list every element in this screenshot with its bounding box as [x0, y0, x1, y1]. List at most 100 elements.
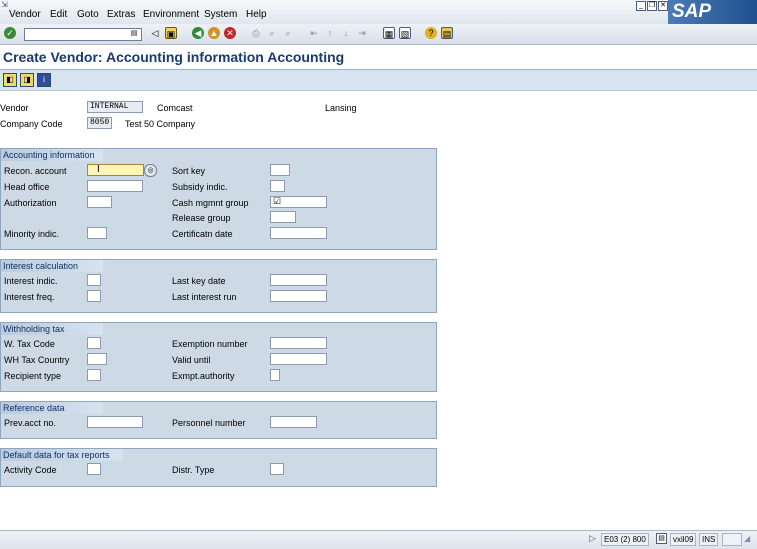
interest-freq-label: Interest freq. [4, 292, 55, 302]
distr-type-field[interactable] [270, 463, 284, 475]
find-next-icon: ⌕ [285, 28, 291, 38]
reference-data-title: Reference data [1, 402, 103, 414]
personnel-number-field[interactable] [270, 416, 317, 428]
head-office-label: Head office [4, 182, 50, 192]
wh-tax-country-label: WH Tax Country [4, 355, 70, 365]
release-group-label: Release group [172, 213, 231, 223]
status-mode: INS [699, 533, 719, 546]
recipient-type-field[interactable] [87, 369, 101, 381]
status-server: vxil09 [670, 533, 697, 546]
withholding-tax-title: Withholding tax [1, 323, 103, 335]
print-icon: ⎙ [252, 28, 260, 38]
command-field-dropdown-icon[interactable]: ▤ [130, 29, 138, 38]
minimize-icon[interactable]: _ [636, 1, 646, 11]
menu-goto[interactable]: Goto [77, 9, 99, 20]
help-icon[interactable]: ? [425, 27, 437, 39]
distr-type-label: Distr. Type [172, 465, 215, 475]
certificatn-date-field[interactable] [270, 227, 327, 239]
valid-until-label: Valid until [172, 355, 211, 365]
last-key-date-field[interactable] [270, 274, 327, 286]
w-tax-code-label: W. Tax Code [4, 339, 55, 349]
wh-tax-country-field[interactable] [87, 353, 107, 365]
next-screen-icon[interactable]: ◨ [20, 73, 34, 87]
back-arrow-icon[interactable]: ◁ [149, 27, 161, 39]
interest-indic-field[interactable] [87, 274, 101, 286]
company-code-label: Company Code [0, 119, 63, 129]
status-expand-icon[interactable]: ▷ [589, 533, 596, 544]
status-divider [722, 533, 742, 546]
application-toolbar [0, 70, 757, 91]
recipient-type-label: Recipient type [4, 371, 62, 381]
interest-calculation-title: Interest calculation [1, 260, 103, 272]
certificatn-date-label: Certificatn date [172, 229, 233, 239]
status-menu-icon[interactable]: ▤ [656, 533, 667, 544]
interest-freq-field[interactable] [87, 290, 101, 302]
exemption-number-field[interactable] [270, 337, 327, 349]
head-office-field[interactable] [87, 180, 143, 192]
last-page-icon: ⇥ [358, 28, 366, 38]
previous-screen-icon[interactable]: ◧ [3, 73, 17, 87]
last-interest-run-label: Last interest run [172, 292, 237, 302]
cancel-icon[interactable]: ✕ [224, 27, 236, 39]
exit-icon[interactable]: ▲ [208, 27, 220, 39]
exmpt-authority-field[interactable] [270, 369, 280, 381]
menu-extras[interactable]: Extras [107, 9, 135, 20]
shortcut-icon[interactable]: ▧ [399, 27, 411, 39]
prev-acct-no-field[interactable] [87, 416, 143, 428]
last-key-date-label: Last key date [172, 276, 226, 286]
interest-indic-label: Interest indic. [4, 276, 58, 286]
restore-icon[interactable]: ❐ [647, 1, 657, 11]
release-group-field[interactable] [270, 211, 296, 223]
enter-icon[interactable]: ✓ [4, 27, 16, 39]
find-icon: ⌕ [269, 28, 275, 38]
tax-reports-title: Default data for tax reports [1, 449, 123, 461]
page-title: Create Vendor: Accounting information Ac… [3, 49, 345, 65]
sap-logo: SAP [668, 0, 757, 24]
accounting-information-title: Accounting information [1, 149, 103, 161]
next-page-icon: ↓ [343, 28, 349, 38]
first-page-icon: ⇤ [310, 28, 318, 38]
sort-key-field[interactable] [270, 164, 290, 176]
subsidy-indic-field[interactable] [270, 180, 285, 192]
w-tax-code-field[interactable] [87, 337, 101, 349]
vendor-label: Vendor [0, 103, 29, 113]
create-session-icon[interactable]: ▦ [383, 27, 395, 39]
text-cursor-icon: I [97, 164, 100, 175]
layout-icon[interactable]: ▤ [441, 27, 453, 39]
activity-code-label: Activity Code [4, 465, 57, 475]
save-icon[interactable]: ▣ [165, 27, 177, 39]
company-code-field: 8050 [87, 117, 112, 129]
exemption-number-label: Exemption number [172, 339, 248, 349]
command-field[interactable] [24, 28, 142, 41]
info-icon[interactable]: i [37, 73, 51, 87]
company-name: Test 50 Company [125, 119, 196, 129]
recon-account-field[interactable] [87, 164, 144, 176]
activity-code-field[interactable] [87, 463, 101, 475]
cash-mgmnt-group-label: Cash mgmnt group [172, 198, 249, 208]
authorization-field[interactable] [87, 196, 112, 208]
prev-acct-no-label: Prev.acct no. [4, 418, 56, 428]
exmpt-authority-label: Exmpt.authority [172, 371, 235, 381]
value-help-icon[interactable]: ◎ [144, 164, 157, 177]
previous-page-icon: ↑ [327, 28, 333, 38]
authorization-label: Authorization [4, 198, 57, 208]
system-menu-icon[interactable]: ⇲ [1, 1, 9, 9]
last-interest-run-field[interactable] [270, 290, 327, 302]
cash-mgmnt-group-field[interactable]: ☑ [270, 196, 327, 208]
menu-environment[interactable]: Environment [143, 9, 199, 20]
recon-account-label: Recon. account [4, 166, 67, 176]
minority-indic-label: Minority indic. [4, 229, 60, 239]
back-icon[interactable]: ◀ [192, 27, 204, 39]
minority-indic-field[interactable] [87, 227, 107, 239]
valid-until-field[interactable] [270, 353, 327, 365]
resize-grip-icon[interactable]: ◢ [744, 533, 755, 544]
vendor-field: INTERNAL [87, 101, 143, 113]
subsidy-indic-label: Subsidy indic. [172, 182, 228, 192]
close-window-icon[interactable]: ✕ [658, 1, 668, 11]
menu-help[interactable]: Help [246, 9, 267, 20]
menu-edit[interactable]: Edit [50, 9, 67, 20]
menu-vendor[interactable]: Vendor [9, 9, 41, 20]
status-transaction: E03 (2) 800 [601, 533, 649, 546]
sort-key-label: Sort key [172, 166, 206, 176]
menu-system[interactable]: System [204, 9, 237, 20]
